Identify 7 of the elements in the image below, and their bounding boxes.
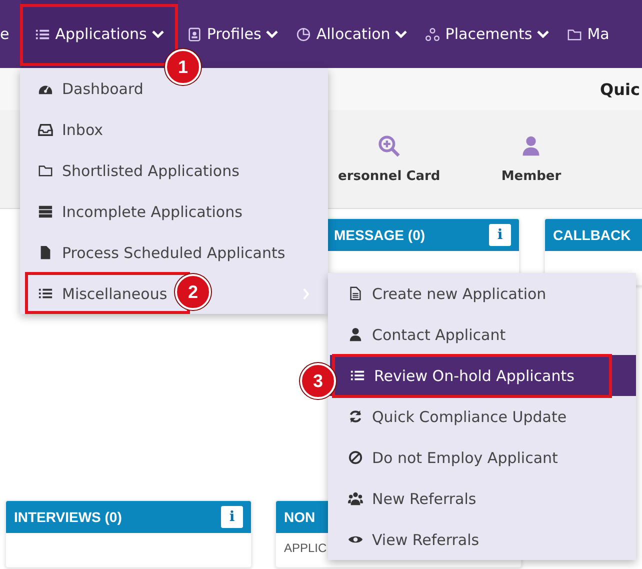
panel-title: INTERVIEWS (0) [14,509,122,525]
section-title: Quic [600,80,640,98]
panel-title: NON [284,509,316,525]
column-header: APPLIC [284,541,327,555]
panel-title: CALLBACK [553,227,631,243]
panel-title: MESSAGE (0) [334,227,426,243]
step-badge-overlay: 3 [300,363,336,399]
